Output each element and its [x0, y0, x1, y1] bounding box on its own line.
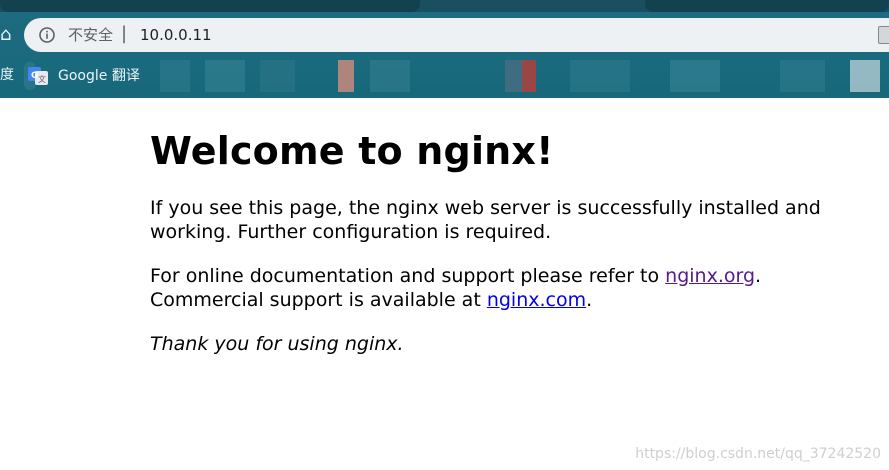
svg-text:文: 文	[38, 74, 46, 84]
page-heading: Welcome to nginx!	[150, 129, 554, 173]
thank-you-text: Thank you for using nginx.	[150, 333, 404, 355]
blurred-bookmark[interactable]	[260, 60, 295, 92]
documentation-text: For online documentation and support ple…	[150, 265, 666, 287]
browser-chrome: ⌂ 不安全 | 10.0.0.11 度 G 文 Google 翻译	[0, 0, 889, 98]
watermark: https://blog.csdn.net/qq_37242520	[635, 446, 881, 462]
blurred-bookmark[interactable]	[780, 60, 825, 92]
blurred-bookmark[interactable]	[160, 60, 190, 92]
nginx-com-link[interactable]: nginx.com	[487, 289, 586, 311]
nginx-welcome-content: Welcome to nginx! If you see this page, …	[150, 128, 830, 376]
url-text[interactable]: 10.0.0.11	[140, 25, 212, 45]
tab-strip	[0, 0, 889, 12]
bookmark-label: Google 翻译	[58, 68, 140, 84]
security-status-label[interactable]: 不安全	[68, 25, 113, 45]
blurred-bookmark[interactable]	[370, 60, 410, 92]
bookmark-google-translate[interactable]: G 文 Google 翻译	[24, 62, 140, 90]
blurred-bookmark[interactable]	[570, 60, 630, 92]
browser-tab[interactable]	[0, 0, 420, 12]
security-separator: |	[121, 23, 128, 44]
documentation-period: .	[755, 265, 762, 287]
blurred-bookmarks	[150, 60, 889, 92]
blurred-bookmark[interactable]	[205, 60, 245, 92]
browser-tab[interactable]	[645, 0, 889, 12]
documentation-paragraph: For online documentation and support ple…	[150, 264, 830, 312]
blurred-bookmark[interactable]	[850, 60, 880, 92]
intro-paragraph: If you see this page, the nginx web serv…	[150, 197, 821, 243]
commercial-support-period: .	[586, 289, 593, 311]
bookmarks-bar: 度 G 文 Google 翻译	[0, 60, 889, 92]
commercial-support-text: Commercial support is available at	[150, 289, 487, 311]
page-action-icon[interactable]	[878, 26, 889, 44]
nginx-org-link[interactable]: nginx.org	[665, 265, 755, 287]
blurred-bookmark[interactable]	[522, 60, 536, 92]
google-translate-icon: G 文	[28, 67, 48, 85]
bookmark-item-truncated[interactable]: 度	[0, 65, 14, 85]
blurred-bookmark[interactable]	[505, 60, 523, 92]
info-icon[interactable]	[38, 26, 56, 44]
home-icon[interactable]: ⌂	[0, 24, 14, 46]
address-bar[interactable]: 不安全 | 10.0.0.11	[24, 18, 889, 52]
blurred-bookmark[interactable]	[670, 60, 720, 92]
blurred-bookmark[interactable]	[338, 60, 354, 92]
page-content: Welcome to nginx! If you see this page, …	[0, 98, 889, 470]
